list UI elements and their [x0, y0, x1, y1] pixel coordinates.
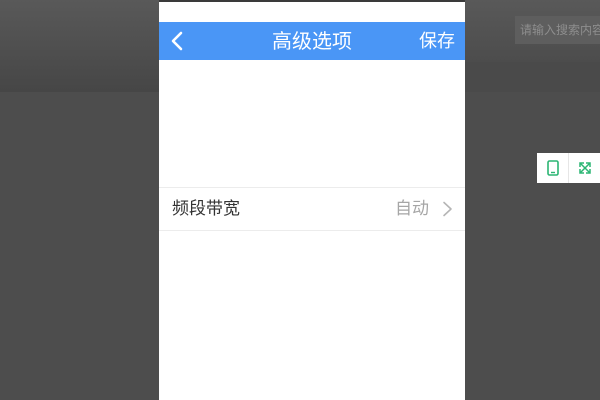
- setting-label: 频段带宽: [172, 199, 240, 219]
- phone-top-edge: [159, 0, 465, 2]
- setting-value: 自动: [395, 199, 429, 219]
- phone-screen: 高级选项 保存 频段带宽 自动: [159, 0, 465, 400]
- chevron-left-icon: [171, 31, 183, 51]
- back-button[interactable]: [165, 29, 189, 53]
- search-input[interactable]: 请输入搜索内容: [515, 16, 600, 44]
- navigation-bar: 高级选项 保存: [159, 22, 465, 60]
- setting-row-band-width[interactable]: 频段带宽 自动: [159, 187, 465, 231]
- tablet-icon: [546, 160, 559, 176]
- fullscreen-icon: [578, 162, 591, 174]
- device-toolbar: [537, 153, 600, 183]
- save-button[interactable]: 保存: [419, 22, 455, 62]
- tablet-view-button[interactable]: [537, 153, 568, 183]
- fullscreen-button[interactable]: [568, 153, 600, 183]
- page-header-band: [465, 62, 600, 92]
- chevron-right-icon: [443, 201, 452, 217]
